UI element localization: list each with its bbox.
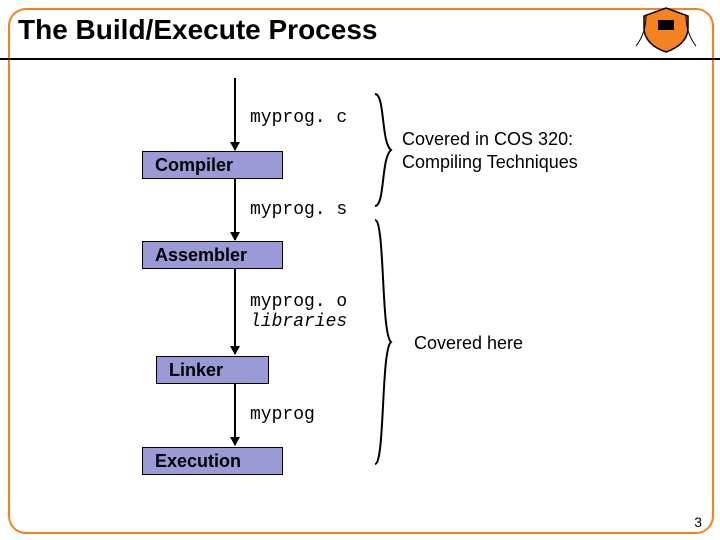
page-title: The Build/Execute Process xyxy=(18,14,377,46)
file-libraries-label: libraries xyxy=(250,312,347,332)
title-underline xyxy=(0,58,720,60)
file-s-label: myprog. s xyxy=(250,200,347,220)
slide-frame xyxy=(8,8,714,534)
brace-top-icon xyxy=(371,92,393,213)
file-o-label: myprog. o xyxy=(250,292,347,312)
university-crest-icon xyxy=(634,6,698,54)
compiler-box: Compiler xyxy=(142,151,283,179)
note-cos320: Covered in COS 320: Compiling Techniques xyxy=(402,128,578,173)
assembler-box: Assembler xyxy=(142,241,283,269)
note-covered-here: Covered here xyxy=(414,332,523,355)
page-number: 3 xyxy=(694,514,702,530)
linker-box: Linker xyxy=(156,356,269,384)
file-c-label: myprog. c xyxy=(250,108,347,128)
file-exe-label: myprog xyxy=(250,405,315,425)
brace-bottom-icon xyxy=(371,218,393,471)
execution-box: Execution xyxy=(142,447,283,475)
